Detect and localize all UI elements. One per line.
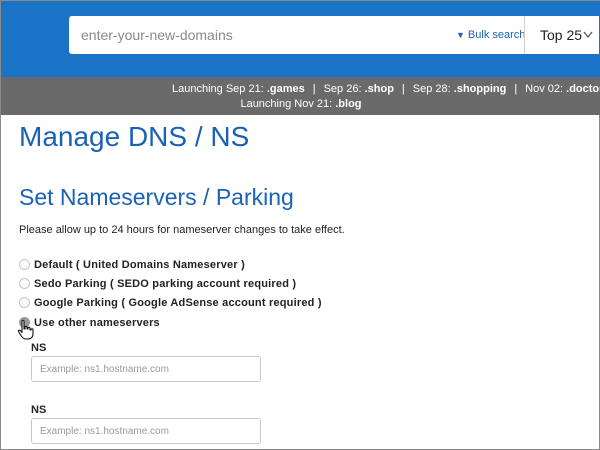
announcement-line-1: Launching Sep 21: .games | Sep 26: .shop | S…	[172, 83, 600, 95]
top-tld-select[interactable]: Top 25	[524, 16, 599, 54]
propagation-note: Please allow up to 24 hours for nameserv…	[19, 224, 345, 236]
announcement-line-2: Launching Nov 21: .blog	[1, 98, 600, 110]
option-label: Sedo Parking ( SEDO parking account requ…	[34, 278, 297, 290]
radio-button[interactable]	[19, 278, 30, 289]
option-google-parking[interactable]: Google Parking ( Google AdSense account …	[19, 297, 322, 313]
ns-label: NS	[31, 342, 47, 354]
ns-label: NS	[31, 404, 47, 416]
separator: |	[312, 83, 316, 95]
nameserver-2-input[interactable]	[31, 418, 261, 444]
bulk-search-link[interactable]: ▼ Bulk search	[456, 29, 525, 41]
radio-button[interactable]	[19, 297, 30, 308]
separator: |	[514, 83, 518, 95]
launch-item[interactable]: Launching Sep 21: .games	[172, 83, 305, 95]
launch-item[interactable]: Nov 02: .doctor	[525, 83, 600, 95]
domain-search-box: ▼Bulk search Top 25	[69, 16, 599, 54]
top-tld-select-value: Top 25	[540, 27, 583, 43]
triangle-down-icon: ▼	[456, 30, 465, 40]
option-label: Google Parking ( Google AdSense account …	[34, 297, 322, 309]
option-label: Default ( United Domains Nameserver )	[34, 259, 245, 271]
launch-item[interactable]: Sep 28: .shopping	[413, 83, 507, 95]
option-other-nameservers[interactable]: Use other nameservers	[19, 317, 160, 333]
option-label: Use other nameservers	[34, 317, 160, 329]
radio-button[interactable]	[19, 259, 30, 270]
chevron-down-icon	[583, 16, 593, 71]
top-bar: ▼Bulk search Top 25	[1, 1, 600, 77]
bulk-search-label: Bulk search	[467, 29, 526, 41]
launch-item[interactable]: Launching Nov 21: .blog	[240, 98, 361, 110]
option-default-nameserver[interactable]: Default ( United Domains Nameserver )	[19, 259, 245, 275]
separator: |	[401, 83, 405, 95]
nameserver-1-input[interactable]	[31, 356, 261, 382]
tld-launch-announcement: Launching Sep 21: .games | Sep 26: .shop | S…	[1, 77, 600, 115]
option-sedo-parking[interactable]: Sedo Parking ( SEDO parking account requ…	[19, 278, 296, 294]
launch-item[interactable]: Sep 26: .shop	[324, 83, 394, 95]
domain-search-input[interactable]	[81, 16, 441, 54]
section-title: Set Nameservers / Parking	[19, 184, 294, 210]
page-title: Manage DNS / NS	[19, 121, 250, 152]
